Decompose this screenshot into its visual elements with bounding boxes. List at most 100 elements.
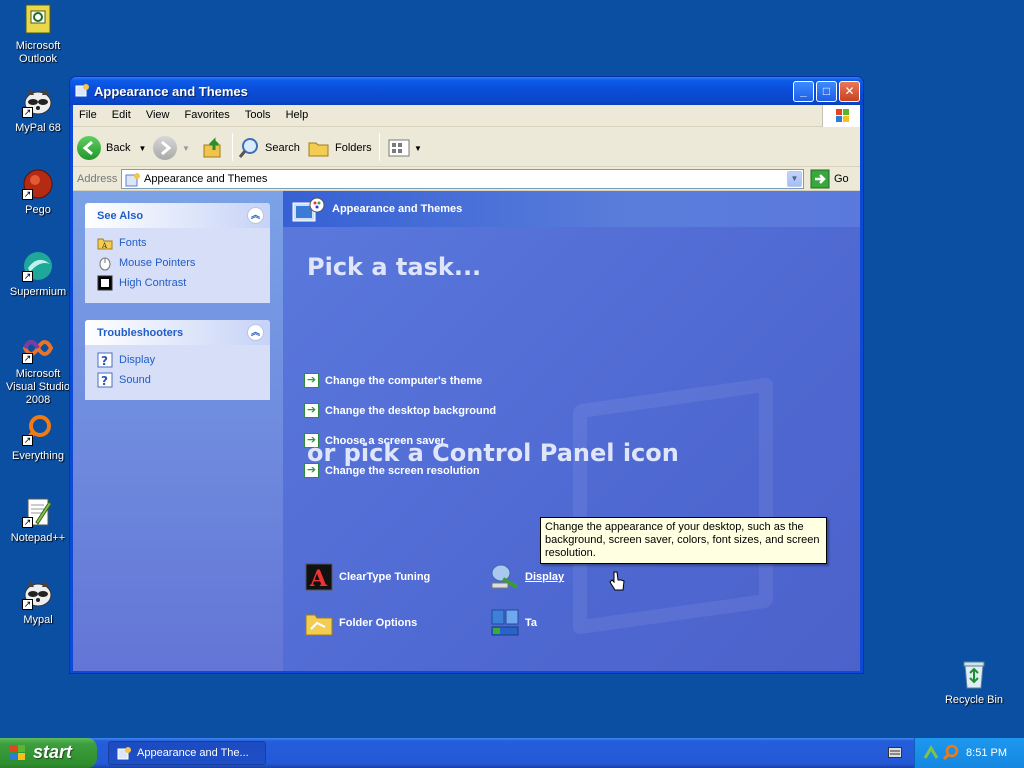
address-value: Appearance and Themes bbox=[144, 173, 268, 185]
cp-icon-taskbar[interactable]: Ta bbox=[489, 607, 537, 639]
start-button[interactable]: start bbox=[0, 738, 97, 768]
task-label: Change the computer's theme bbox=[325, 374, 483, 387]
notepad-plus-plus-icon: ↗ bbox=[22, 496, 54, 528]
recycle-bin-icon bbox=[958, 658, 990, 690]
visual-studio-icon: ↗ bbox=[22, 332, 54, 364]
troubleshooter-item-display[interactable]: ? Display bbox=[85, 350, 270, 370]
desktop-icon-outlook[interactable]: Microsoft Outlook bbox=[0, 4, 76, 66]
svg-text:A: A bbox=[309, 566, 328, 592]
folders-label: Folders bbox=[335, 142, 372, 154]
menu-tools[interactable]: Tools bbox=[239, 105, 277, 121]
up-folder-button[interactable] bbox=[201, 135, 225, 161]
see-also-item-mouse-pointers[interactable]: Mouse Pointers bbox=[85, 253, 270, 273]
menu-view[interactable]: View bbox=[140, 105, 176, 121]
keyboard-icon[interactable] bbox=[888, 747, 902, 758]
search-label: Search bbox=[265, 142, 300, 154]
search-icon bbox=[238, 138, 258, 158]
desktop-icon-label: Microsoft Outlook bbox=[15, 40, 61, 65]
category-content: Appearance and Themes Pick a task... ➔ C… bbox=[283, 191, 860, 671]
svg-text:?: ? bbox=[101, 374, 108, 388]
troubleshooter-item-sound[interactable]: ? Sound bbox=[85, 370, 270, 390]
cleartype-icon: A bbox=[305, 563, 333, 592]
close-button[interactable]: ✕ bbox=[839, 81, 860, 102]
back-button[interactable]: Back ▼ bbox=[77, 135, 146, 161]
collapse-chevron-icon[interactable]: ︽ bbox=[247, 207, 264, 224]
menu-help[interactable]: Help bbox=[280, 105, 315, 121]
desktop-icon-mypal68[interactable]: ↗ MyPal 68 bbox=[0, 86, 76, 135]
desktop-icon-label: Pego bbox=[25, 204, 51, 216]
high-contrast-icon bbox=[97, 275, 113, 291]
shortcut-arrow-icon: ↗ bbox=[22, 599, 33, 610]
collapse-chevron-icon[interactable]: ︽ bbox=[247, 324, 264, 341]
search-tray-icon[interactable] bbox=[943, 744, 959, 760]
task-change-theme[interactable]: ➔ Change the computer's theme bbox=[304, 373, 482, 388]
clock[interactable]: 8:51 PM bbox=[966, 747, 1007, 759]
menu-edit[interactable]: Edit bbox=[106, 105, 137, 121]
minimize-button[interactable]: _ bbox=[793, 81, 814, 102]
shortcut-arrow-icon: ↗ bbox=[22, 517, 33, 528]
toolbar-separator bbox=[232, 133, 233, 161]
see-also-label: High Contrast bbox=[119, 277, 187, 289]
back-label: Back bbox=[106, 142, 131, 154]
menu-favorites[interactable]: Favorites bbox=[179, 105, 236, 121]
chevron-down-icon[interactable]: ▼ bbox=[138, 144, 146, 153]
task-change-background[interactable]: ➔ Change the desktop background bbox=[304, 403, 496, 418]
folders-button[interactable]: Folders bbox=[307, 135, 372, 161]
pego-icon: ↗ bbox=[22, 168, 54, 200]
troubleshooters-panel: Troubleshooters ︽ ? Display ? Sound bbox=[85, 320, 270, 400]
display-tooltip: Change the appearance of your desktop, s… bbox=[540, 517, 827, 564]
address-field[interactable]: Appearance and Themes ▼ bbox=[121, 169, 804, 189]
menu-file[interactable]: File bbox=[73, 105, 103, 121]
mouse-icon bbox=[99, 257, 111, 271]
shortcut-arrow-icon: ↗ bbox=[22, 435, 33, 446]
mypal-icon: ↗ bbox=[22, 86, 54, 118]
search-button[interactable]: Search bbox=[237, 135, 300, 161]
cp-icon-cleartype[interactable]: A ClearType Tuning bbox=[303, 561, 430, 593]
go-button[interactable]: Go bbox=[810, 169, 849, 189]
toolbar: Back ▼ ▼ Search Folders ▼ bbox=[73, 127, 860, 167]
watermark-graphic bbox=[573, 376, 773, 636]
network-icon[interactable] bbox=[923, 744, 939, 760]
desktop-icon-recycle-bin[interactable]: Recycle Bin bbox=[936, 658, 1012, 707]
desktop-icon-notepad-plus-plus[interactable]: ↗ Notepad++ bbox=[0, 496, 76, 545]
desktop-icon-mypal[interactable]: ↗ Mypal bbox=[0, 578, 76, 627]
pick-icon-heading: or pick a Control Panel icon bbox=[307, 439, 679, 467]
forward-button[interactable]: ▼ bbox=[153, 135, 190, 161]
chevron-down-icon[interactable]: ▼ bbox=[787, 171, 802, 187]
shortcut-arrow-icon: ↗ bbox=[22, 353, 33, 364]
svg-text:A: A bbox=[101, 242, 108, 250]
explorer-window: Appearance and Themes _ □ ✕ File Edit Vi… bbox=[69, 76, 864, 674]
window-title: Appearance and Themes bbox=[94, 84, 248, 99]
troubleshooters-header[interactable]: Troubleshooters ︽ bbox=[85, 320, 270, 345]
views-button[interactable]: ▼ bbox=[387, 135, 422, 161]
desktop-icon-visual-studio[interactable]: ↗ Microsoft Visual Studio 2008 bbox=[0, 332, 76, 407]
desktop-icon-everything[interactable]: ↗ Everything bbox=[0, 414, 76, 463]
see-also-header[interactable]: See Also ︽ bbox=[85, 203, 270, 228]
cp-icon-folder-options[interactable]: Folder Options bbox=[303, 607, 417, 639]
desktop-icon-label: Microsoft Visual Studio 2008 bbox=[5, 368, 70, 406]
see-also-title: See Also bbox=[97, 210, 144, 222]
maximize-button[interactable]: □ bbox=[816, 81, 837, 102]
cp-icon-display[interactable]: Display bbox=[489, 561, 564, 593]
up-folder-icon bbox=[203, 137, 221, 158]
menu-bar: File Edit View Favorites Tools Help bbox=[73, 105, 860, 127]
taskbar-window-button[interactable]: Appearance and The... bbox=[108, 741, 266, 765]
forward-arrow-icon bbox=[153, 136, 177, 160]
pick-task-heading: Pick a task... bbox=[307, 253, 482, 281]
desktop-icon-pego[interactable]: ↗ Pego bbox=[0, 168, 76, 217]
cp-icon-label: Display bbox=[525, 571, 565, 583]
see-also-label: Fonts bbox=[119, 237, 147, 249]
category-title: Appearance and Themes bbox=[332, 203, 463, 215]
green-arrow-icon: ➔ bbox=[304, 403, 319, 418]
shortcut-arrow-icon: ↗ bbox=[22, 271, 33, 282]
desktop-icon-supermium[interactable]: ↗ Supermium bbox=[0, 250, 76, 299]
title-bar[interactable]: Appearance and Themes _ □ ✕ bbox=[70, 77, 863, 105]
chevron-down-icon[interactable]: ▼ bbox=[182, 144, 190, 153]
see-also-item-high-contrast[interactable]: High Contrast bbox=[85, 273, 270, 293]
chevron-down-icon[interactable]: ▼ bbox=[414, 144, 422, 153]
control-panel-icon bbox=[117, 747, 131, 760]
folder-options-icon bbox=[305, 614, 333, 636]
control-panel-icon bbox=[75, 84, 89, 97]
see-also-item-fonts[interactable]: A Fonts bbox=[85, 233, 270, 253]
toolbar-separator bbox=[379, 133, 380, 161]
